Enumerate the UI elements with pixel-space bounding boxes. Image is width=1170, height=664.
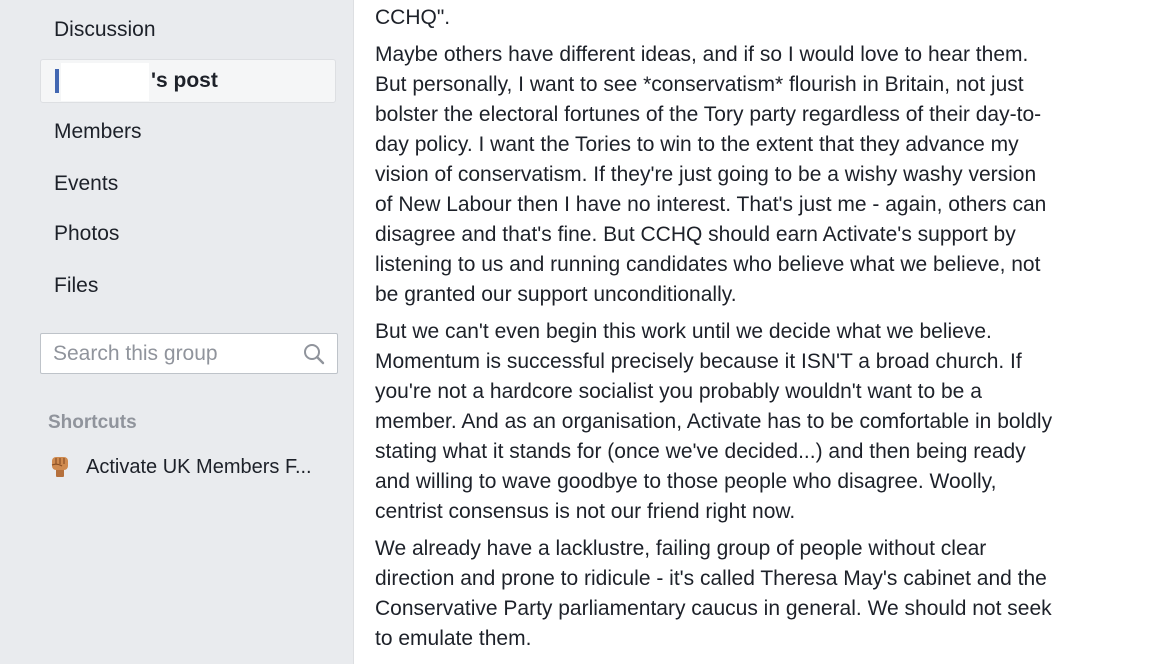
search-input[interactable]	[53, 340, 293, 368]
raised-fist-icon	[51, 457, 68, 477]
post-text-line: centrist consensus is not our friend rig…	[375, 500, 796, 523]
post-paragraph: Maybe others have different ideas, and i…	[375, 40, 1155, 310]
post-text-line: you're not a hardcore socialist you prob…	[375, 380, 982, 403]
redacted-name	[61, 63, 149, 101]
post-body: CCHQ". Maybe others have different ideas,…	[375, 3, 1155, 661]
post-text-line: We already have a lacklustre, failing gr…	[375, 537, 987, 560]
shortcut-label: Activate UK Members F...	[86, 456, 312, 478]
nav-item-photos[interactable]: Photos	[54, 221, 119, 247]
post-text-line: vision of conservatism. If they're just …	[375, 163, 1037, 186]
post-text-line: stating what it stands for (once we've d…	[375, 440, 1026, 463]
nav-item-members[interactable]: Members	[54, 119, 142, 145]
nav-item-post-label: 's post	[151, 69, 218, 92]
post-text-line: disagree and that's fine. But CCHQ shoul…	[375, 223, 1016, 246]
post-text-line: to emulate them.	[375, 627, 532, 650]
post-text-line: bolster the electoral fortunes of the To…	[375, 103, 1042, 126]
post-text-line: member. And as an organisation, Activate…	[375, 410, 1053, 433]
post-paragraph: We already have a lacklustre, failing gr…	[375, 534, 1155, 654]
search-icon[interactable]	[303, 343, 325, 365]
nav-item-post[interactable]: 's post	[40, 59, 336, 103]
post-text-line: Maybe others have different ideas, and i…	[375, 43, 1029, 66]
nav-item-files[interactable]: Files	[54, 273, 98, 299]
post-text-line: day policy. I want the Tories to win to …	[375, 133, 1019, 156]
post-text-line: direction and prone to ridicule - it's c…	[375, 567, 1047, 590]
post-text-line: listening to us and running candidates w…	[375, 253, 1041, 276]
shortcuts-heading: Shortcuts	[48, 412, 137, 433]
post-paragraph: But we can't even begin this work until …	[375, 317, 1155, 527]
post-text-line: Conservative Party parliamentary caucus …	[375, 597, 1052, 620]
nav-item-discussion[interactable]: Discussion	[54, 17, 156, 43]
post-panel: CCHQ". Maybe others have different ideas,…	[353, 0, 1170, 664]
shortcut-activate-uk-members[interactable]: Activate UK Members F...	[48, 453, 338, 481]
post-text-line: and willing to wave goodbye to those peo…	[375, 470, 997, 493]
group-search	[40, 333, 338, 374]
post-text-line: But we can't even begin this work until …	[375, 320, 992, 343]
post-text-line: Momentum is successful precisely because…	[375, 350, 1022, 373]
post-paragraph: CCHQ".	[375, 3, 1155, 33]
group-sidebar: Discussion 's post Members Events Photos…	[0, 0, 352, 664]
post-text-line: CCHQ".	[375, 6, 451, 29]
post-text-line: But personally, I want to see *conservat…	[375, 73, 1024, 96]
active-indicator	[55, 69, 59, 93]
nav-item-events[interactable]: Events	[54, 171, 118, 197]
post-text-line: of New Labour then I have no interest. T…	[375, 193, 1047, 216]
post-text-line: be granted our support unconditionally.	[375, 283, 737, 306]
